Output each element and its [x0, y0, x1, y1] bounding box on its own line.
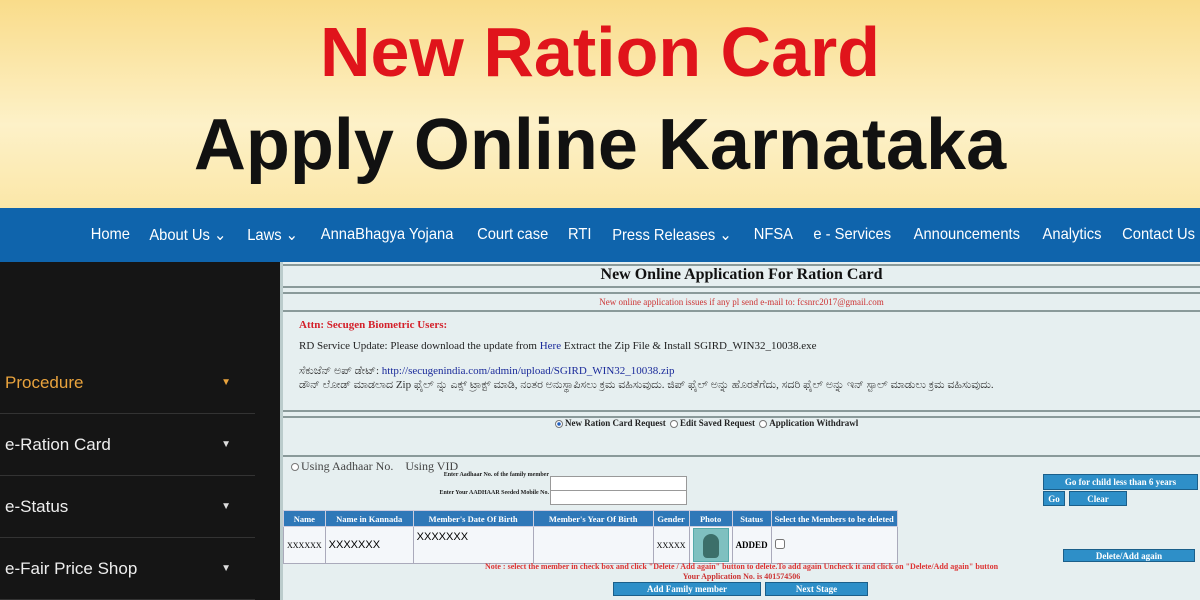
nav-e-services[interactable]: e - Services — [813, 226, 891, 244]
delete-add-again-button[interactable]: Delete/Add again — [1063, 549, 1195, 562]
nav-annabhagya[interactable]: AnnaBhagya Yojana — [321, 226, 454, 244]
clear-button[interactable]: Clear — [1069, 491, 1127, 506]
form-title: New Online Application For Ration Card — [600, 266, 883, 283]
caret-down-icon: ▼ — [221, 563, 231, 574]
application-number: Your Application No. is 401574506 — [682, 572, 801, 581]
caret-down-icon: ▼ — [221, 377, 231, 388]
application-form: New Online Application For Ration Card N… — [280, 262, 1200, 600]
sidebar-item-procedure[interactable]: Procedure ▼ — [0, 352, 255, 414]
caret-down-icon: ▼ — [221, 501, 231, 512]
nav-court-case[interactable]: Court case — [477, 226, 548, 244]
top-nav: Home About Us ⌄ Laws ⌄ AnnaBhagya Yojana… — [0, 208, 1200, 262]
nav-contact-us[interactable]: Contact Us — [1122, 226, 1195, 244]
child-go-button[interactable]: Go for child less than 6 years — [1043, 474, 1198, 490]
nav-analytics[interactable]: Analytics — [1042, 226, 1101, 244]
rd-update-text: RD Service Update: Please download the u… — [299, 340, 817, 352]
radio-new-request[interactable] — [555, 419, 563, 428]
kn-update-line: ಸೆಕುಜೆನ್ ಅಪ್ ಡೇಟ್: http://secugenindia.c… — [299, 365, 675, 377]
radio-edit-saved[interactable] — [670, 419, 678, 428]
mobile-label: Enter Your AADHAAR Seeded Mobile No. — [439, 490, 549, 496]
delete-note: Note : select the member in check box an… — [484, 562, 999, 571]
aadhaar-label: Enter Aadhaar No. of the family member — [443, 472, 549, 478]
delete-checkbox[interactable] — [774, 538, 785, 549]
sidebar-item-e-ration-card[interactable]: e-Ration Card ▼ — [0, 414, 255, 476]
nav-nfsa[interactable]: NFSA — [754, 226, 793, 244]
mail-note: New online application issues if any pl … — [599, 297, 884, 307]
member-photo — [688, 526, 733, 564]
sidebar: Procedure ▼ e-Ration Card ▼ e-Status ▼ e-Fa… — [0, 262, 280, 600]
go-button[interactable]: Go — [1043, 491, 1065, 506]
kn-instructions: ಡೌನ್ ಲೋಡ್ ಮಾಡಲಾದ Zip ಫೈಲ್ ನ್ನು ಎಕ್ಸ್ ಟ್ರ… — [299, 379, 994, 391]
nav-home[interactable]: Home — [90, 226, 129, 244]
nav-announcements[interactable]: Announcements — [914, 226, 1020, 244]
sidebar-item-e-status[interactable]: e-Status ▼ — [0, 476, 255, 538]
attn-heading: Attn: Secugen Biometric Users: — [299, 319, 448, 331]
sidebar-item-e-fair-price-shop[interactable]: e-Fair Price Shop ▼ — [0, 538, 255, 600]
nav-rti[interactable]: RTI — [568, 226, 591, 244]
zip-download-link[interactable]: http://secugenindia.com/admin/upload/SGI… — [382, 365, 675, 377]
add-family-member-button[interactable]: Add Family member — [613, 582, 761, 596]
table-row: XXXXXX XXXXXXX XXXXXXX XXXXX ADDED — [283, 526, 898, 564]
caret-down-icon: ▼ — [221, 439, 231, 450]
request-type-group: New Ration Card Request Edit Saved Reque… — [553, 418, 858, 428]
next-stage-button[interactable]: Next Stage — [765, 582, 868, 596]
banner-subtitle: Apply Online Karnataka — [193, 105, 1007, 185]
radio-aadhaar[interactable] — [291, 463, 299, 472]
radio-withdrawl[interactable] — [759, 419, 768, 428]
nav-press-releases[interactable]: Press Releases ⌄ — [612, 225, 732, 245]
table-header: Name Name in Kannada Member's Date Of Birt… — [283, 510, 898, 527]
nav-laws[interactable]: Laws ⌄ — [247, 225, 298, 245]
mobile-input[interactable] — [550, 490, 687, 505]
nav-about-us[interactable]: About Us ⌄ — [150, 225, 227, 245]
banner: New Ration Card Apply Online Karnataka — [0, 0, 1200, 208]
here-link[interactable]: Here — [540, 340, 561, 352]
banner-title: New Ration Card — [319, 13, 881, 91]
members-table: Name Name in Kannada Member's Date Of Birt… — [283, 510, 898, 564]
aadhaar-input[interactable] — [550, 476, 687, 491]
